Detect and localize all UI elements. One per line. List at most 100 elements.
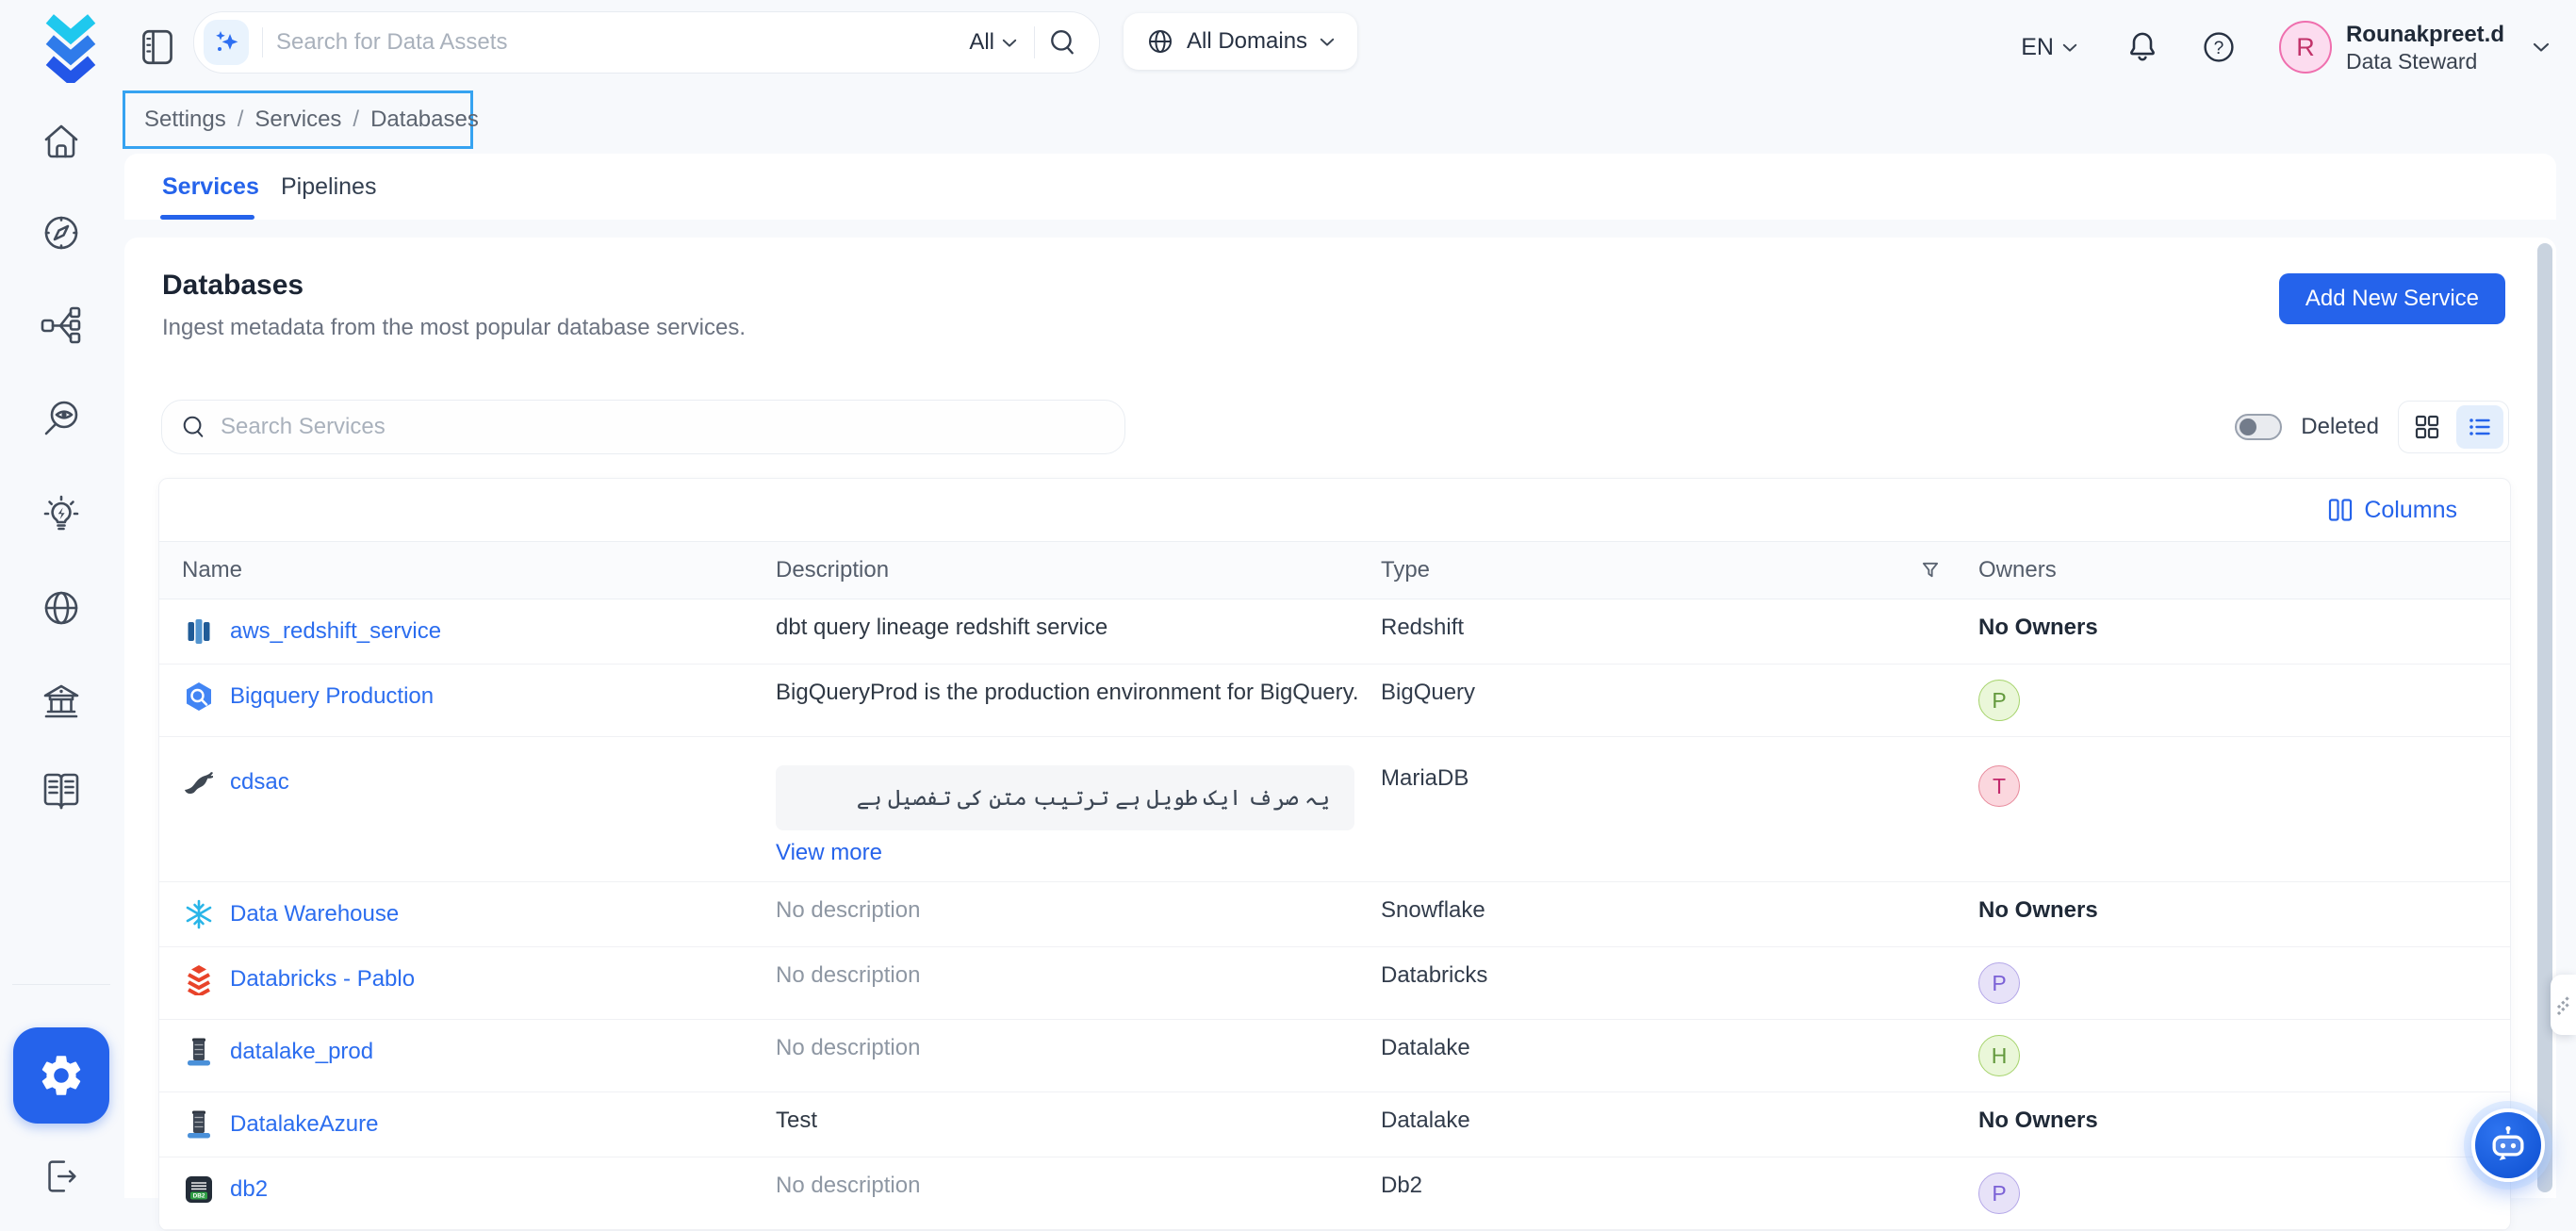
collapsed-side-widget[interactable] (2551, 975, 2576, 1035)
service-name-link[interactable]: cdsac (230, 769, 289, 796)
table-header: Name Description Type Owners (159, 542, 2510, 599)
user-menu-caret[interactable] (2533, 41, 2550, 53)
service-type-value: Databricks (1381, 962, 1487, 988)
divider (1034, 26, 1035, 58)
no-owners-label: No Owners (1978, 897, 2098, 923)
help-button[interactable]: ? (2202, 30, 2236, 64)
service-description: BigQueryProd is the production environme… (776, 680, 1359, 705)
add-new-service-button[interactable]: Add New Service (2279, 273, 2505, 324)
user-menu[interactable]: Rounakpreet.d Data Steward (2346, 21, 2504, 74)
service-type-value: Snowflake (1381, 897, 1485, 923)
service-type-value: Db2 (1381, 1173, 1422, 1198)
table-row: Databricks - Pablo No description Databr… (159, 947, 2510, 1020)
table-row: Bigquery Production BigQueryProd is the … (159, 665, 2510, 737)
sidebar-item-insights[interactable] (37, 489, 86, 538)
user-initial: R (2296, 33, 2315, 62)
snowflake-icon (183, 898, 215, 930)
tab-pipelines[interactable]: Pipelines (281, 154, 376, 220)
service-name-link[interactable]: Bigquery Production (230, 683, 434, 710)
list-view-button-active[interactable] (2456, 405, 2503, 449)
search-scope-label: All (969, 29, 994, 56)
services-table-body: aws_redshift_service dbt query lineage r… (159, 599, 2510, 1230)
sidebar-item-govern[interactable] (37, 678, 86, 727)
openmetadata-logo[interactable] (34, 11, 107, 83)
sidebar-item-glossary[interactable] (37, 765, 86, 814)
service-name-link[interactable]: datalake_prod (230, 1039, 373, 1065)
active-tab-underline (160, 215, 254, 220)
list-controls: Deleted (2235, 400, 2509, 454)
service-name-link[interactable]: db2 (230, 1176, 268, 1203)
service-name-link[interactable]: DatalakeAzure (230, 1111, 378, 1138)
owner-avatar[interactable]: H (1978, 1035, 2020, 1076)
view-more-link[interactable]: View more (776, 840, 882, 866)
search-submit-button[interactable] (1044, 25, 1080, 60)
sidebar-item-logout[interactable] (37, 1152, 86, 1201)
breadcrumb: Settings / Services / Databases (123, 90, 473, 149)
list-view-icon (2468, 415, 2492, 439)
sidebar-toggle-button[interactable] (141, 29, 173, 65)
sparkle-icon (213, 29, 239, 56)
panel-toggle-icon (141, 29, 173, 65)
topbar: All All Domains EN (0, 0, 2576, 94)
robot-icon (2487, 1124, 2529, 1166)
owner-avatar[interactable]: P (1978, 1173, 2020, 1214)
breadcrumb-services[interactable]: Services (254, 107, 341, 133)
service-description: dbt query lineage redshift service (776, 615, 1108, 640)
filter-icon[interactable] (1920, 560, 1941, 581)
topbar-right: EN ? R Rounakpreet.d Data Steward (2021, 0, 2550, 94)
user-avatar[interactable]: R (2279, 21, 2332, 74)
flow-icon (39, 303, 84, 348)
open-book-icon (39, 767, 84, 812)
grid-view-button[interactable] (2404, 405, 2451, 449)
services-table: Name Description Type Owners aws_redshif… (159, 541, 2510, 1230)
service-description: No description (776, 1035, 920, 1060)
globe-icon (1146, 27, 1174, 56)
service-description: Test (776, 1108, 817, 1133)
service-name-link[interactable]: aws_redshift_service (230, 618, 441, 645)
search-icon (1048, 28, 1076, 57)
observability-icon (39, 397, 84, 442)
table-toolbar: Columns (159, 479, 2510, 541)
global-search-input[interactable] (267, 29, 961, 56)
owner-avatar[interactable]: P (1978, 680, 2020, 721)
language-dropdown[interactable]: EN (2021, 34, 2077, 61)
sidebar-item-home[interactable] (37, 117, 86, 166)
sidebar-item-lineage[interactable] (37, 301, 86, 350)
openmetadata-app: { "topbar": { "search_placeholder": "Sea… (0, 0, 2576, 1198)
columns-button[interactable]: Columns (2328, 497, 2457, 524)
bank-icon (39, 680, 84, 725)
notifications-button[interactable] (2126, 30, 2158, 64)
sidebar-item-observability[interactable] (37, 395, 86, 444)
owner-avatar[interactable]: T (1978, 765, 2020, 807)
service-name-link[interactable]: Data Warehouse (230, 901, 399, 927)
show-deleted-toggle[interactable] (2235, 414, 2282, 440)
breadcrumb-settings[interactable]: Settings (144, 107, 226, 133)
compass-icon (39, 210, 84, 255)
search-scope-dropdown[interactable]: All (961, 29, 1025, 56)
services-search-input[interactable] (219, 413, 1106, 441)
columns-label: Columns (2364, 497, 2457, 524)
domains-dropdown[interactable]: All Domains (1124, 13, 1357, 70)
table-row: DatalakeAzure Test Datalake No Owners (159, 1092, 2510, 1157)
tab-band: Services Pipelines (124, 154, 2556, 220)
grid-view-icon (2415, 415, 2439, 439)
question-circle-icon: ? (2202, 30, 2236, 64)
service-description: No description (776, 962, 920, 988)
owner-avatar[interactable]: P (1978, 962, 2020, 1004)
sidebar-item-explore[interactable] (37, 208, 86, 257)
tab-services[interactable]: Services (162, 154, 259, 220)
service-description-rtl: یہ صرف ایک طویل ہے ترتیب متن کی تفصیل ہے (776, 765, 1354, 830)
language-label: EN (2021, 34, 2054, 61)
service-name-link[interactable]: Databricks - Pablo (230, 966, 415, 993)
vertical-scrollbar-thumb[interactable] (2537, 243, 2552, 1192)
ai-sparkle-button[interactable] (204, 20, 249, 65)
service-type-value: Datalake (1381, 1035, 1470, 1060)
services-table-card: Columns Name Description Type Owners (158, 478, 2511, 1231)
sidebar-item-domains[interactable] (37, 583, 86, 632)
user-name: Rounakpreet.d (2346, 21, 2504, 48)
sidebar-item-settings-active[interactable] (13, 1027, 109, 1124)
lightbulb-icon (39, 491, 84, 536)
chatbot-button[interactable] (2471, 1108, 2545, 1182)
header-name: Name (182, 557, 242, 583)
columns-icon (2328, 498, 2353, 523)
